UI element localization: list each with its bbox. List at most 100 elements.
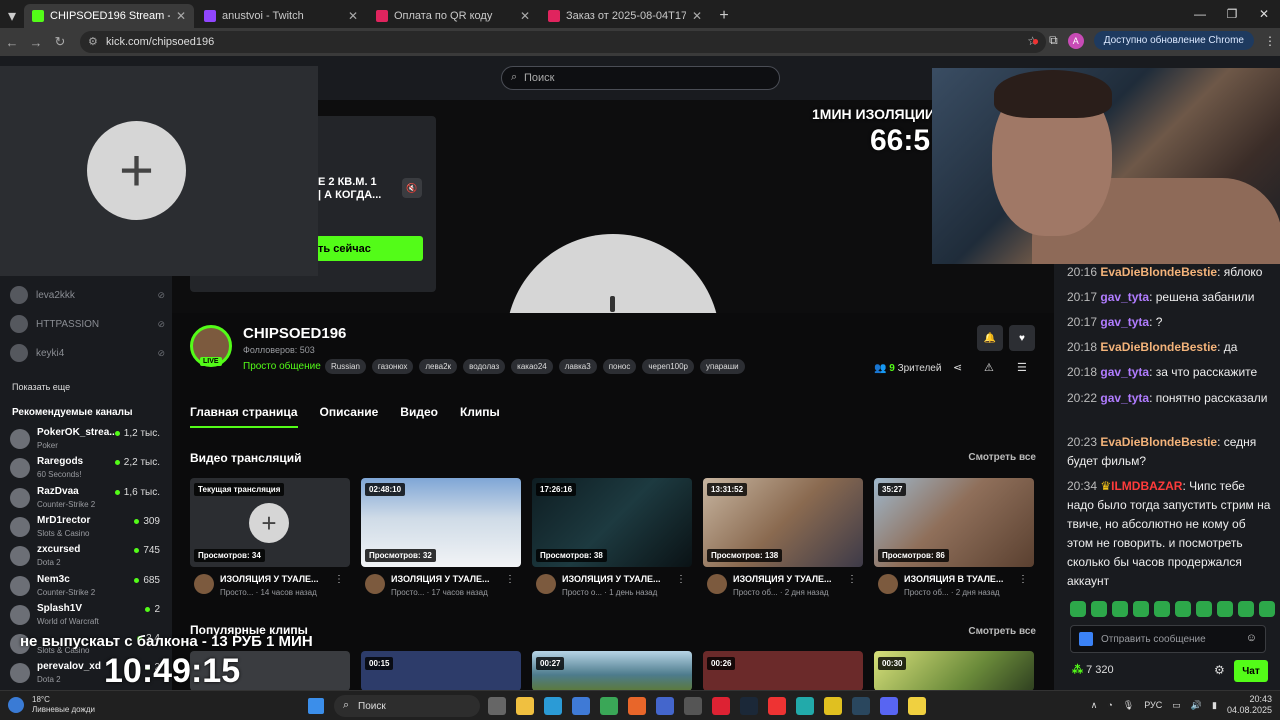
mute-icon[interactable]: 🔇 [402,178,422,198]
site-info-icon[interactable]: ⚙ [88,35,98,48]
video-thumbnail[interactable]: 13:31:52 Просмотров: 138 [703,478,863,567]
more-options-icon[interactable]: ⋮ [676,574,686,585]
clip-card[interactable]: 00:30 [874,651,1034,690]
video-thumbnail[interactable]: 35:27 Просмотров: 86 [874,478,1034,567]
browser-tab-twitch[interactable]: anustvoi - Twitch ✕ [196,4,366,28]
chevron-up-icon[interactable]: ∧ [1091,700,1098,711]
forward-icon[interactable]: → [24,35,48,50]
chrome-update-button[interactable]: Доступно обновление Chrome [1093,31,1254,50]
tag[interactable]: лева2к [419,359,458,374]
video-title[interactable]: ИЗОЛЯЦИЯ У ТУАЛЕ... [733,574,843,584]
tag[interactable]: лавка3 [558,359,597,374]
yandex-icon[interactable] [768,697,786,715]
bell-icon[interactable]: 🔔 [977,325,1003,351]
video-title[interactable]: ИЗОЛЯЦИЯ У ТУАЛЕ... [562,574,672,584]
tag[interactable]: понос [602,359,637,374]
tag[interactable]: Russian [325,359,366,374]
shield-icon[interactable] [796,697,814,715]
message-user[interactable]: EvaDieBlondeBestie [1100,340,1217,354]
emote-icon[interactable] [1112,601,1128,617]
close-window-icon[interactable]: ✕ [1248,0,1280,28]
emote-icon[interactable] [1238,601,1254,617]
app-icon[interactable] [824,697,842,715]
video-title[interactable]: ИЗОЛЯЦИЯ В ТУАЛЕ... [904,574,1014,584]
discord-icon[interactable] [880,697,898,715]
mail-icon[interactable] [572,697,590,715]
extension-icon[interactable]: ● [1032,34,1039,48]
chat-message-input[interactable]: Отправить сообщение ☺ [1070,625,1266,653]
back-icon[interactable]: ← [0,35,24,50]
battery-icon[interactable]: ▮ [1212,700,1217,711]
emote-icon[interactable] [1070,601,1086,617]
more-options-icon[interactable]: ⋮ [505,574,515,585]
more-options-icon[interactable]: ⋮ [847,574,857,585]
site-search-input[interactable]: ⌕ Поиск [501,66,780,90]
share-icon[interactable]: ⋖ [953,361,962,374]
tag[interactable]: водолаз [463,359,506,374]
tab-home[interactable]: Главная страница [190,405,298,428]
browser-tab-kick[interactable]: CHIPSOED196 Stream - Watch L ✕ [24,4,194,28]
tag[interactable]: газонюх [371,359,414,374]
url-field[interactable]: ⚙ kick.com/chipsoed196 ☆ [80,31,1046,53]
more-options-icon[interactable]: ⋮ [334,574,344,585]
recommended-channel[interactable]: zxcursed Dota 2 745 [10,542,162,570]
emote-icon[interactable] [1175,601,1191,617]
sidebar-item-httpassion[interactable]: HTTPASSION ⊘ [10,315,165,333]
extensions-puzzle-icon[interactable]: ⧉ [1049,33,1058,48]
wifi-icon[interactable]: ◔ [1107,700,1112,710]
recommended-channel[interactable]: Raregods 60 Seconds! 2,2 тыс. [10,454,162,482]
mic-icon[interactable]: 🎙 [1123,700,1134,711]
channel-points[interactable]: ⁂ 7 320 [1072,663,1114,676]
recommended-channel[interactable]: RazDvaa Counter-Strike 2 1,6 тыс. [10,484,162,512]
emote-icon[interactable] [1154,601,1170,617]
profile-avatar[interactable]: A [1067,32,1084,49]
new-tab-button[interactable]: + [712,4,736,28]
message-user[interactable]: gav_tyta [1100,365,1149,379]
app-icon[interactable] [712,697,730,715]
message-user[interactable]: EvaDieBlondeBestie [1100,265,1217,279]
emote-icon[interactable] [1196,601,1212,617]
message-user[interactable]: gav_tyta [1100,391,1149,405]
app-icon[interactable] [684,697,702,715]
network-icon[interactable]: ▭ [1172,700,1181,711]
chrome-icon[interactable] [600,697,618,715]
tag[interactable]: какао24 [511,359,553,374]
close-tab-icon[interactable]: ✕ [348,9,358,23]
edge-icon[interactable] [544,697,562,715]
close-tab-icon[interactable]: ✕ [176,9,186,23]
clip-card[interactable]: 00:15 [361,651,521,690]
video-thumbnail[interactable]: 17:26:16 Просмотров: 38 [532,478,692,567]
tab-clips[interactable]: Клипы [460,405,500,428]
task-view-icon[interactable] [488,697,506,715]
taskbar-search[interactable]: ⌕ Поиск [334,695,480,717]
video-card[interactable]: 13:31:52 Просмотров: 138 ИЗОЛЯЦИЯ У ТУАЛ… [703,478,863,597]
tag[interactable]: упараши [700,359,745,374]
heart-icon[interactable]: ♥ [1009,325,1035,351]
report-icon[interactable]: ⚠ [984,361,994,374]
chat-send-button[interactable]: Чат [1234,660,1268,682]
category-link[interactable]: Просто общение [243,361,321,372]
weather-widget[interactable]: 18°C Ливневые дожди [8,695,95,715]
emote-icon[interactable] [1217,601,1233,617]
steam-icon[interactable] [852,697,870,715]
sidebar-item-leva2kkk[interactable]: leva2kkk ⊘ [10,286,165,304]
browser-tab-qr-payment[interactable]: Оплата по QR коду ✕ [368,4,538,28]
minimize-icon[interactable]: — [1184,0,1216,28]
video-thumbnail[interactable]: 02:48:10 Просмотров: 32 [361,478,521,567]
video-card[interactable]: 02:48:10 Просмотров: 32 ИЗОЛЯЦИЯ У ТУАЛЕ… [361,478,521,597]
browser-tab-order[interactable]: Заказ от 2025-08-04T17:27:41Z ✕ [540,4,710,28]
more-options-icon[interactable]: ⋮ [1018,574,1028,585]
plus-icon[interactable]: + [87,121,186,220]
video-card[interactable]: 35:27 Просмотров: 86 ИЗОЛЯЦИЯ В ТУАЛЕ...… [874,478,1034,597]
menu-dots-icon[interactable]: ⋮ [1264,34,1276,48]
message-user[interactable]: gav_tyta [1100,315,1149,329]
video-card[interactable]: 17:26:16 Просмотров: 38 ИЗОЛЯЦИЯ У ТУАЛЕ… [532,478,692,597]
tab-videos[interactable]: Видео [400,405,438,428]
reload-icon[interactable]: ↻ [48,34,72,50]
video-title[interactable]: ИЗОЛЯЦИЯ У ТУАЛЕ... [220,574,330,584]
recommended-channel[interactable]: MrD1rector Slots & Casino 309 [10,513,162,541]
maximize-icon[interactable]: ❐ [1216,0,1248,28]
emoji-picker-icon[interactable]: ☺ [1246,632,1257,644]
close-tab-icon[interactable]: ✕ [520,9,530,23]
sidebar-item-keyki4[interactable]: keyki4 ⊘ [10,344,165,362]
